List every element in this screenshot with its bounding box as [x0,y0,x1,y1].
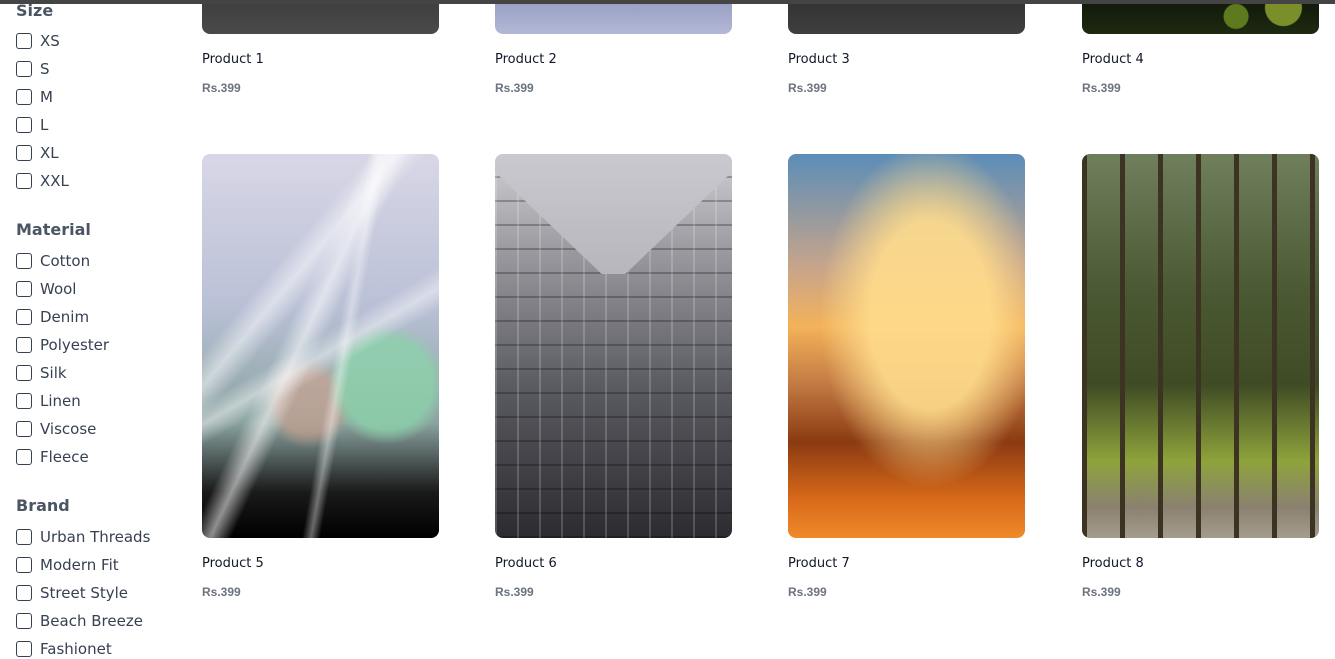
product-price: Rs.399 [788,585,827,599]
checkbox[interactable] [16,557,32,573]
product-price: Rs.399 [495,585,534,599]
checkbox[interactable] [16,421,32,437]
size-option-xl[interactable]: XL [16,143,59,163]
product-name[interactable]: Product 4 [1082,52,1144,67]
material-option-silk[interactable]: Silk [16,363,67,383]
size-option-xxl[interactable]: XXL [16,171,69,191]
material-option-cotton[interactable]: Cotton [16,251,90,271]
material-option-wool[interactable]: Wool [16,279,76,299]
product-image[interactable] [788,0,1025,34]
material-option-denim[interactable]: Denim [16,307,89,327]
brand-option-modern-fit[interactable]: Modern Fit [16,555,119,575]
product-price: Rs.399 [1082,81,1121,95]
product-image[interactable] [1082,0,1319,34]
brand-option-beach-breeze[interactable]: Beach Breeze [16,611,143,631]
brand-option-street-style[interactable]: Street Style [16,583,128,603]
product-name[interactable]: Product 6 [495,556,557,571]
product-image[interactable] [495,0,732,34]
brand-option-urban-threads[interactable]: Urban Threads [16,527,150,547]
checkbox[interactable] [16,281,32,297]
product-image[interactable] [1082,154,1319,538]
product-name[interactable]: Product 1 [202,52,264,67]
checkbox[interactable] [16,641,32,657]
checkbox[interactable] [16,337,32,353]
brand-option-fashionet[interactable]: Fashionet [16,639,112,659]
checkbox[interactable] [16,529,32,545]
product-image[interactable] [788,154,1025,538]
checkbox[interactable] [16,613,32,629]
product-price: Rs.399 [495,81,534,95]
top-scroll-edge [0,0,1335,4]
checkbox[interactable] [16,173,32,189]
checkbox[interactable] [16,33,32,49]
material-filter-title: Material [16,220,91,239]
brand-filter-title: Brand [16,496,70,515]
checkbox[interactable] [16,253,32,269]
material-option-fleece[interactable]: Fleece [16,447,89,467]
checkbox[interactable] [16,89,32,105]
product-price: Rs.399 [1082,585,1121,599]
checkbox[interactable] [16,309,32,325]
product-price: Rs.399 [202,81,241,95]
checkbox[interactable] [16,393,32,409]
product-name[interactable]: Product 3 [788,52,850,67]
checkbox[interactable] [16,585,32,601]
size-option-l[interactable]: L [16,115,48,135]
checkbox[interactable] [16,145,32,161]
checkbox[interactable] [16,365,32,381]
product-name[interactable]: Product 7 [788,556,850,571]
product-image[interactable] [202,0,439,34]
product-image[interactable] [495,154,732,538]
size-option-m[interactable]: M [16,87,53,107]
material-option-viscose[interactable]: Viscose [16,419,96,439]
checkbox[interactable] [16,117,32,133]
material-option-polyester[interactable]: Polyester [16,335,109,355]
checkbox[interactable] [16,61,32,77]
product-name[interactable]: Product 5 [202,556,264,571]
product-price: Rs.399 [788,81,827,95]
product-name[interactable]: Product 2 [495,52,557,67]
checkbox[interactable] [16,449,32,465]
size-option-s[interactable]: S [16,59,50,79]
product-price: Rs.399 [202,585,241,599]
material-option-linen[interactable]: Linen [16,391,81,411]
product-image[interactable] [202,154,439,538]
size-option-xs[interactable]: XS [16,31,60,51]
product-name[interactable]: Product 8 [1082,556,1144,571]
